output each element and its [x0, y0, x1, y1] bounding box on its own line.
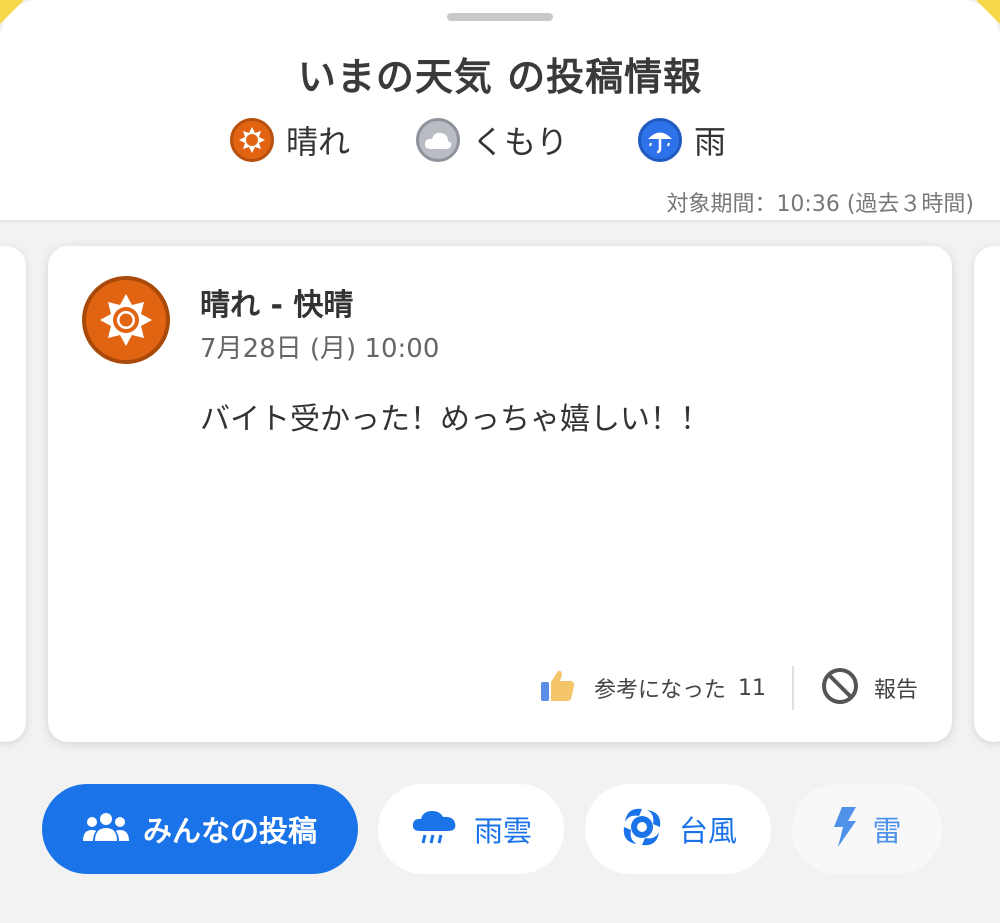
- rain-cloud-icon: [410, 807, 460, 851]
- helpful-button[interactable]: 参考になった 11: [540, 666, 766, 710]
- chip-everyone-posts[interactable]: みんなの投稿: [42, 784, 358, 874]
- lightning-icon: [832, 807, 858, 851]
- typhoon-icon: [619, 804, 665, 854]
- sun-icon: [230, 118, 274, 162]
- actions-divider: [791, 666, 794, 710]
- chip-label: みんなの投稿: [142, 814, 317, 848]
- background-map-edge: [0, 0, 24, 24]
- thumbs-up-icon: [540, 669, 576, 707]
- post-card[interactable]: 晴れ - 快晴 7月28日 (月) 10:00 バイト受かった！めっちゃ嬉しい！…: [48, 246, 952, 742]
- report-label: 報告: [873, 678, 918, 703]
- weather-legend: 晴れ くもり 雨: [0, 116, 1000, 164]
- legend-item-rain: 雨: [638, 116, 726, 164]
- helpful-label: 参考になった: [593, 678, 726, 703]
- cloud-icon: [416, 118, 460, 162]
- next-post-card[interactable]: [974, 246, 1000, 742]
- report-button[interactable]: 報告: [820, 666, 918, 710]
- chip-label: 雨雲: [473, 814, 532, 848]
- legend-label-cloudy: くもり: [472, 123, 569, 161]
- post-title: 晴れ - 快晴: [200, 288, 354, 323]
- sun-icon: [82, 276, 170, 364]
- chip-typhoon[interactable]: 台風: [585, 784, 771, 874]
- umbrella-icon: [638, 118, 682, 162]
- post-date: 7月28日 (月) 10:00: [200, 334, 440, 364]
- chip-lightning[interactable]: 雷: [792, 784, 942, 874]
- legend-label-sunny: 晴れ: [286, 123, 351, 161]
- legend-label-rain: 雨: [694, 123, 727, 161]
- chip-label: 台風: [678, 814, 737, 848]
- page-title: いまの天気 の投稿情報: [297, 55, 703, 99]
- people-icon: [82, 811, 129, 847]
- target-period: 対象期間：10:36 (過去３時間): [666, 192, 974, 217]
- sheet-grabber[interactable]: [447, 13, 553, 21]
- background-map-edge: [976, 0, 1000, 24]
- previous-post-card[interactable]: [0, 246, 26, 742]
- legend-item-sunny: 晴れ: [230, 116, 350, 164]
- chip-label: 雷: [872, 814, 902, 848]
- post-actions: 参考になった 11 報告: [540, 666, 918, 710]
- header-panel: いまの天気 の投稿情報 晴れ くもり 雨 対象期間：10:36 (過去３時間): [0, 0, 1000, 222]
- helpful-count: 11: [737, 675, 766, 701]
- post-body: バイト受かった！めっちゃ嬉しい！！: [200, 402, 710, 437]
- category-chips: みんなの投稿 雨雲 台風 雷: [0, 784, 1000, 876]
- chip-rain-cloud[interactable]: 雨雲: [378, 784, 564, 874]
- legend-item-cloudy: くもり: [416, 116, 568, 164]
- prohibited-icon: [820, 666, 860, 710]
